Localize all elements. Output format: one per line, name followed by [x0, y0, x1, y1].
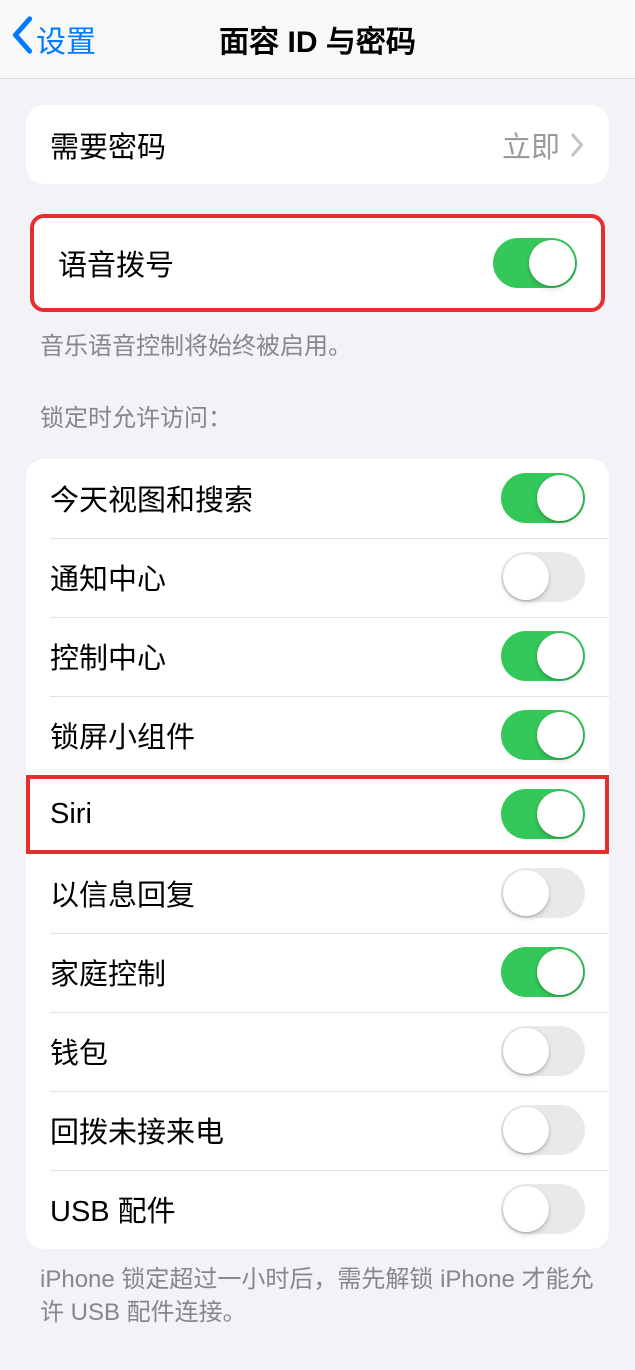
- voice-dial-toggle[interactable]: [493, 238, 577, 288]
- lock-access-label: 家庭控制: [50, 951, 501, 993]
- lock-access-label: 以信息回复: [50, 872, 501, 914]
- lock-access-toggle[interactable]: [501, 710, 585, 760]
- page-title: 面容 ID 与密码: [0, 17, 635, 61]
- lock-access-toggle[interactable]: [501, 1105, 585, 1155]
- lock-access-row: 锁屏小组件: [26, 696, 609, 775]
- lock-access-row: USB 配件: [26, 1170, 609, 1249]
- chevron-right-icon: [570, 133, 585, 157]
- lock-access-row: 回拨未接来电: [26, 1091, 609, 1170]
- voice-dial-footer: 音乐语音控制将始终被启用。: [40, 330, 595, 364]
- lock-access-row: 控制中心: [26, 617, 609, 696]
- lock-access-label: Siri: [50, 798, 501, 831]
- lock-access-toggle[interactable]: [501, 631, 585, 681]
- voice-dial-group: 语音拨号: [30, 214, 605, 312]
- lock-access-row: 钱包: [26, 1012, 609, 1091]
- lock-access-toggle[interactable]: [501, 552, 585, 602]
- voice-dial-highlight: 语音拨号: [26, 210, 609, 316]
- lock-access-toggle[interactable]: [501, 1184, 585, 1234]
- lock-access-label: 钱包: [50, 1030, 501, 1072]
- require-passcode-group: 需要密码 立即: [26, 105, 609, 184]
- toggle-knob: [537, 949, 583, 995]
- toggle-knob: [503, 1028, 549, 1074]
- lock-access-label: USB 配件: [50, 1188, 501, 1230]
- lock-access-row: 通知中心: [26, 538, 609, 617]
- toggle-knob: [503, 1107, 549, 1153]
- voice-dial-row: 语音拨号: [34, 218, 601, 308]
- lock-access-row: Siri: [26, 775, 609, 854]
- lock-access-toggle[interactable]: [501, 1026, 585, 1076]
- lock-access-label: 通知中心: [50, 556, 501, 598]
- toggle-knob: [537, 791, 583, 837]
- require-passcode-row[interactable]: 需要密码 立即: [26, 105, 609, 184]
- lock-access-label: 今天视图和搜索: [50, 477, 501, 519]
- toggle-knob: [537, 633, 583, 679]
- lock-access-row: 家庭控制: [26, 933, 609, 1012]
- lock-access-label: 锁屏小组件: [50, 714, 501, 756]
- lock-access-row: 今天视图和搜索: [26, 459, 609, 538]
- toggle-knob: [503, 870, 549, 916]
- lock-access-label: 控制中心: [50, 635, 501, 677]
- usb-footer: iPhone 锁定超过一小时后，需先解锁 iPhone 才能允许 USB 配件连…: [40, 1263, 595, 1330]
- toggle-knob: [537, 475, 583, 521]
- lock-access-group: 今天视图和搜索通知中心控制中心锁屏小组件 Siri 以信息回复家庭控制钱包回拨未接来…: [26, 459, 609, 1249]
- toggle-knob: [503, 554, 549, 600]
- lock-access-toggle[interactable]: [501, 789, 585, 839]
- lock-access-row: 以信息回复: [26, 854, 609, 933]
- voice-dial-label: 语音拨号: [58, 242, 493, 284]
- toggle-knob: [537, 712, 583, 758]
- lock-access-label: 回拨未接来电: [50, 1109, 501, 1151]
- toggle-knob: [503, 1186, 549, 1232]
- toggle-knob: [529, 240, 575, 286]
- lock-section-header: 锁定时允许访问：: [40, 398, 595, 433]
- require-passcode-value: 立即: [502, 124, 560, 166]
- nav-header: 设置 面容 ID 与密码: [0, 0, 635, 79]
- lock-access-toggle[interactable]: [501, 473, 585, 523]
- require-passcode-label: 需要密码: [50, 124, 502, 166]
- lock-access-toggle[interactable]: [501, 868, 585, 918]
- lock-access-toggle[interactable]: [501, 947, 585, 997]
